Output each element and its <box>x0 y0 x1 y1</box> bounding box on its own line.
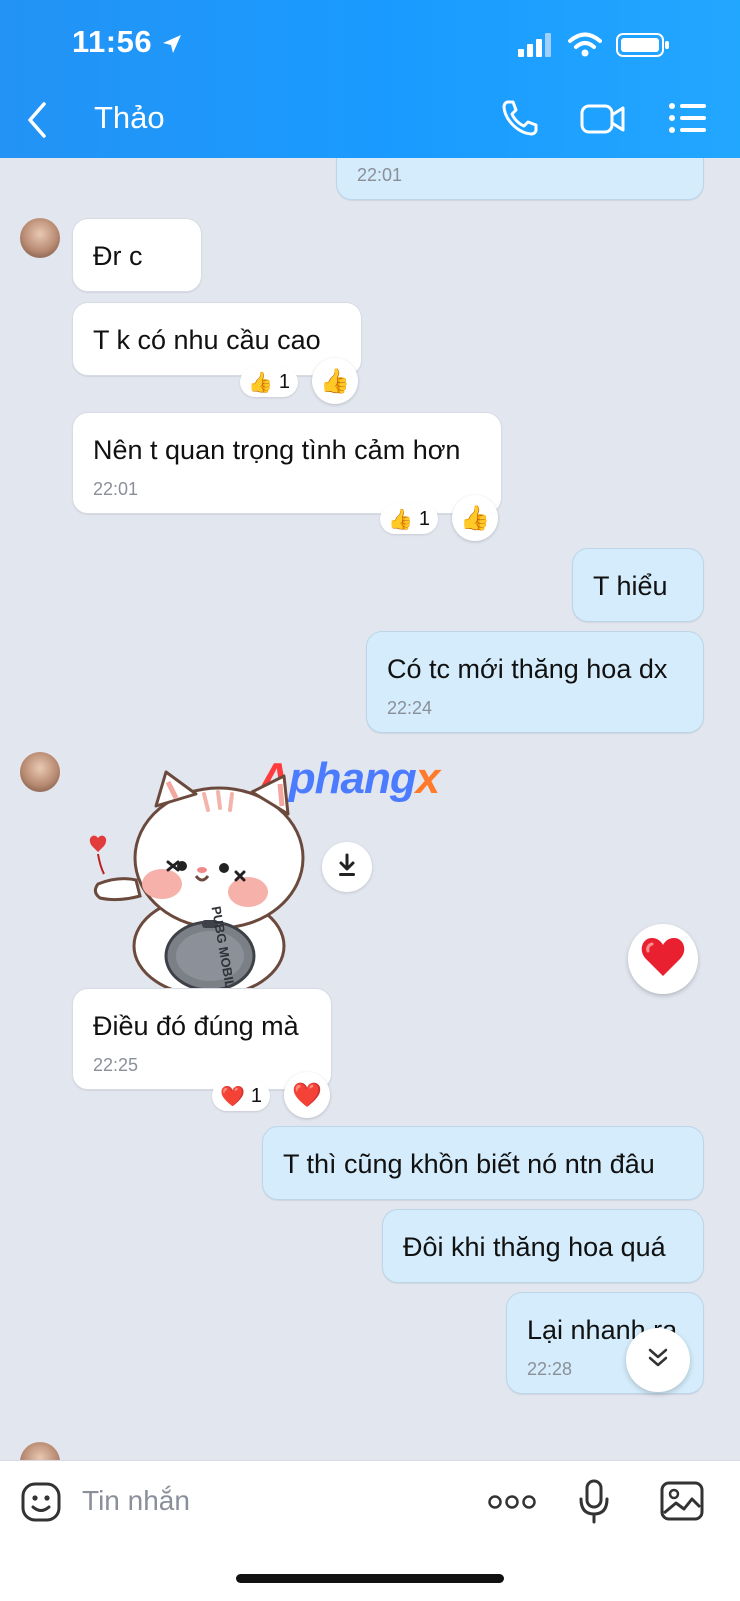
message-sent[interactable]: Có tc mới thăng hoa dx 22:24 <box>366 631 704 733</box>
react-button[interactable]: 👍 <box>312 358 358 404</box>
back-icon[interactable] <box>24 100 48 145</box>
avatar[interactable] <box>20 752 60 792</box>
message-sent[interactable]: T hiểu <box>572 548 704 622</box>
message-time: 22:25 <box>93 1055 139 1075</box>
message-sent[interactable]: 22:01 <box>336 158 704 200</box>
react-button[interactable]: ❤️ <box>284 1072 330 1118</box>
thumbs-up-icon: 👍 <box>248 371 273 394</box>
contact-name[interactable]: Thảo <box>94 100 165 136</box>
heart-icon: ❤️ <box>220 1085 245 1108</box>
message-sent[interactable]: T thì cũng khồn biết nó ntn đâu <box>262 1126 704 1200</box>
message-time: 22:28 <box>527 1359 573 1379</box>
chat-header: 11:56 Thảo <box>0 0 740 158</box>
menu-icon[interactable] <box>668 100 708 141</box>
signal-icon <box>518 33 554 62</box>
battery-icon <box>616 32 670 63</box>
thumbs-up-icon: 👍 <box>460 504 490 532</box>
status-time: 11:56 <box>72 24 153 59</box>
message-time: 22:24 <box>387 698 433 718</box>
reaction-summary[interactable]: 👍 1 <box>380 504 438 534</box>
message-text: T k có nhu cầu cao <box>93 325 321 355</box>
avatar[interactable] <box>20 1442 60 1460</box>
phone-icon[interactable] <box>500 98 540 143</box>
message-sent[interactable]: Đôi khi thăng hoa quá <box>382 1209 704 1283</box>
message-text: Đr c <box>93 241 143 271</box>
message-text: T hiểu <box>593 571 668 601</box>
message-time: 22:01 <box>357 165 403 185</box>
reaction-summary[interactable]: ❤️ 1 <box>212 1081 270 1111</box>
download-icon <box>334 852 360 883</box>
reaction-summary[interactable]: 👍 1 <box>240 367 298 397</box>
more-icon[interactable] <box>488 1493 536 1516</box>
message-received[interactable]: Nên t quan trọng tình cảm hơn 22:01 <box>72 412 502 514</box>
heart-react-button[interactable] <box>628 924 698 994</box>
message-text: Điều đó đúng mà <box>93 1011 299 1041</box>
thumbs-up-icon: 👍 <box>388 508 413 531</box>
chat-area[interactable]: 22:01 Đr c T k có nhu cầu cao 👍 1 👍 Nên … <box>0 158 740 1460</box>
scroll-to-bottom-button[interactable] <box>626 1328 690 1392</box>
message-text: Có tc mới thăng hoa dx <box>387 654 668 684</box>
message-text: Đôi khi thăng hoa quá <box>403 1232 666 1262</box>
location-arrow-icon <box>160 32 184 61</box>
chevron-double-down-icon <box>644 1344 672 1377</box>
message-input[interactable]: Tin nhắn <box>82 1485 190 1517</box>
message-received[interactable]: Điều đó đúng mà 22:25 <box>72 988 332 1090</box>
nav-bar: Thảo <box>0 92 740 148</box>
reaction-count: 1 <box>250 1084 263 1107</box>
reaction-count: 1 <box>418 507 431 530</box>
emoji-icon[interactable] <box>20 1481 62 1528</box>
status-bar: 11:56 <box>72 22 700 66</box>
home-indicator <box>236 1574 504 1583</box>
image-icon[interactable] <box>660 1481 704 1526</box>
message-text: T thì cũng khồn biết nó ntn đâu <box>283 1149 655 1179</box>
message-time: 22:01 <box>93 479 139 499</box>
reaction-count: 1 <box>278 370 291 393</box>
react-button[interactable]: 👍 <box>452 495 498 541</box>
video-icon[interactable] <box>580 102 626 141</box>
message-received[interactable]: Đr c <box>72 218 202 292</box>
heart-icon: ❤️ <box>292 1081 322 1109</box>
wifi-icon <box>568 32 602 63</box>
cat-sticker[interactable] <box>84 766 314 998</box>
thumbs-up-icon: 👍 <box>320 367 350 395</box>
mic-icon[interactable] <box>578 1479 610 1530</box>
heart-icon <box>640 936 686 983</box>
download-button[interactable] <box>322 842 372 892</box>
message-text: Nên t quan trọng tình cảm hơn <box>93 435 461 465</box>
avatar[interactable] <box>20 218 60 258</box>
